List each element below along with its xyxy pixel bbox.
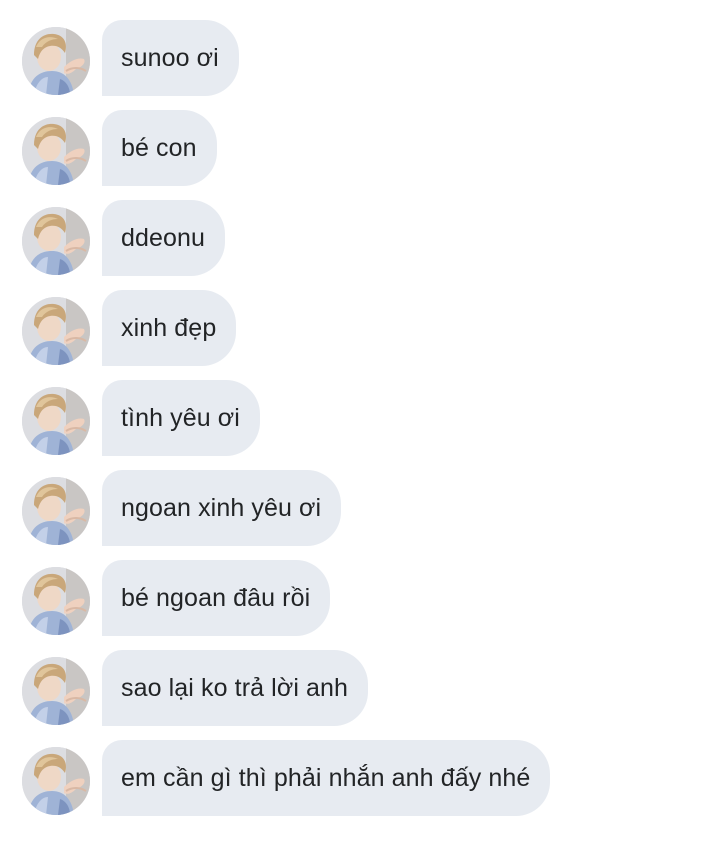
avatar-photo-icon [22, 117, 90, 185]
message-text: bé ngoan đâu rồi [121, 583, 311, 612]
message-text: bé con [121, 133, 197, 162]
avatar-photo-icon [22, 567, 90, 635]
message-row-9: em cần gì thì phải nhắn anh đấy nhé [0, 740, 720, 816]
avatar-photo-icon [22, 207, 90, 275]
message-row-5: tình yêu ơi [0, 380, 720, 456]
message-text: em cần gì thì phải nhắn anh đấy nhé [121, 763, 531, 792]
message-text: ngoan xinh yêu ơi [121, 493, 322, 522]
chat-thread: sunoo ơi bé con ddeonu xinh đẹp tình yêu… [0, 20, 720, 830]
avatar-photo-icon [22, 297, 90, 365]
message-bubble[interactable]: bé ngoan đâu rồi [102, 560, 331, 636]
message-row-3: ddeonu [0, 200, 720, 276]
avatar-photo-icon [22, 477, 90, 545]
sender-avatar[interactable] [22, 207, 90, 275]
message-bubble[interactable]: sao lại ko trả lời anh [102, 650, 369, 726]
message-row-8: sao lại ko trả lời anh [0, 650, 720, 726]
message-row-7: bé ngoan đâu rồi [0, 560, 720, 636]
message-bubble[interactable]: bé con [102, 110, 217, 186]
message-row-6: ngoan xinh yêu ơi [0, 470, 720, 546]
sender-avatar[interactable] [22, 567, 90, 635]
message-text: ddeonu [121, 223, 206, 252]
sender-avatar[interactable] [22, 477, 90, 545]
message-bubble[interactable]: tình yêu ơi [102, 380, 260, 456]
message-bubble[interactable]: em cần gì thì phải nhắn anh đấy nhé [102, 740, 551, 816]
message-bubble[interactable]: sunoo ơi [102, 20, 239, 96]
message-row-4: xinh đẹp [0, 290, 720, 366]
sender-avatar[interactable] [22, 657, 90, 725]
message-row-2: bé con [0, 110, 720, 186]
sender-avatar[interactable] [22, 297, 90, 365]
message-bubble[interactable]: xinh đẹp [102, 290, 237, 366]
sender-avatar[interactable] [22, 27, 90, 95]
message-text: xinh đẹp [121, 313, 217, 342]
sender-avatar[interactable] [22, 387, 90, 455]
message-text: sunoo ơi [121, 43, 219, 72]
message-bubble[interactable]: ngoan xinh yêu ơi [102, 470, 342, 546]
message-text: sao lại ko trả lời anh [121, 673, 349, 702]
avatar-photo-icon [22, 747, 90, 815]
avatar-photo-icon [22, 27, 90, 95]
sender-avatar[interactable] [22, 747, 90, 815]
message-row-1: sunoo ơi [0, 20, 720, 96]
message-bubble[interactable]: ddeonu [102, 200, 226, 276]
avatar-photo-icon [22, 657, 90, 725]
message-text: tình yêu ơi [121, 403, 240, 432]
sender-avatar[interactable] [22, 117, 90, 185]
avatar-photo-icon [22, 387, 90, 455]
